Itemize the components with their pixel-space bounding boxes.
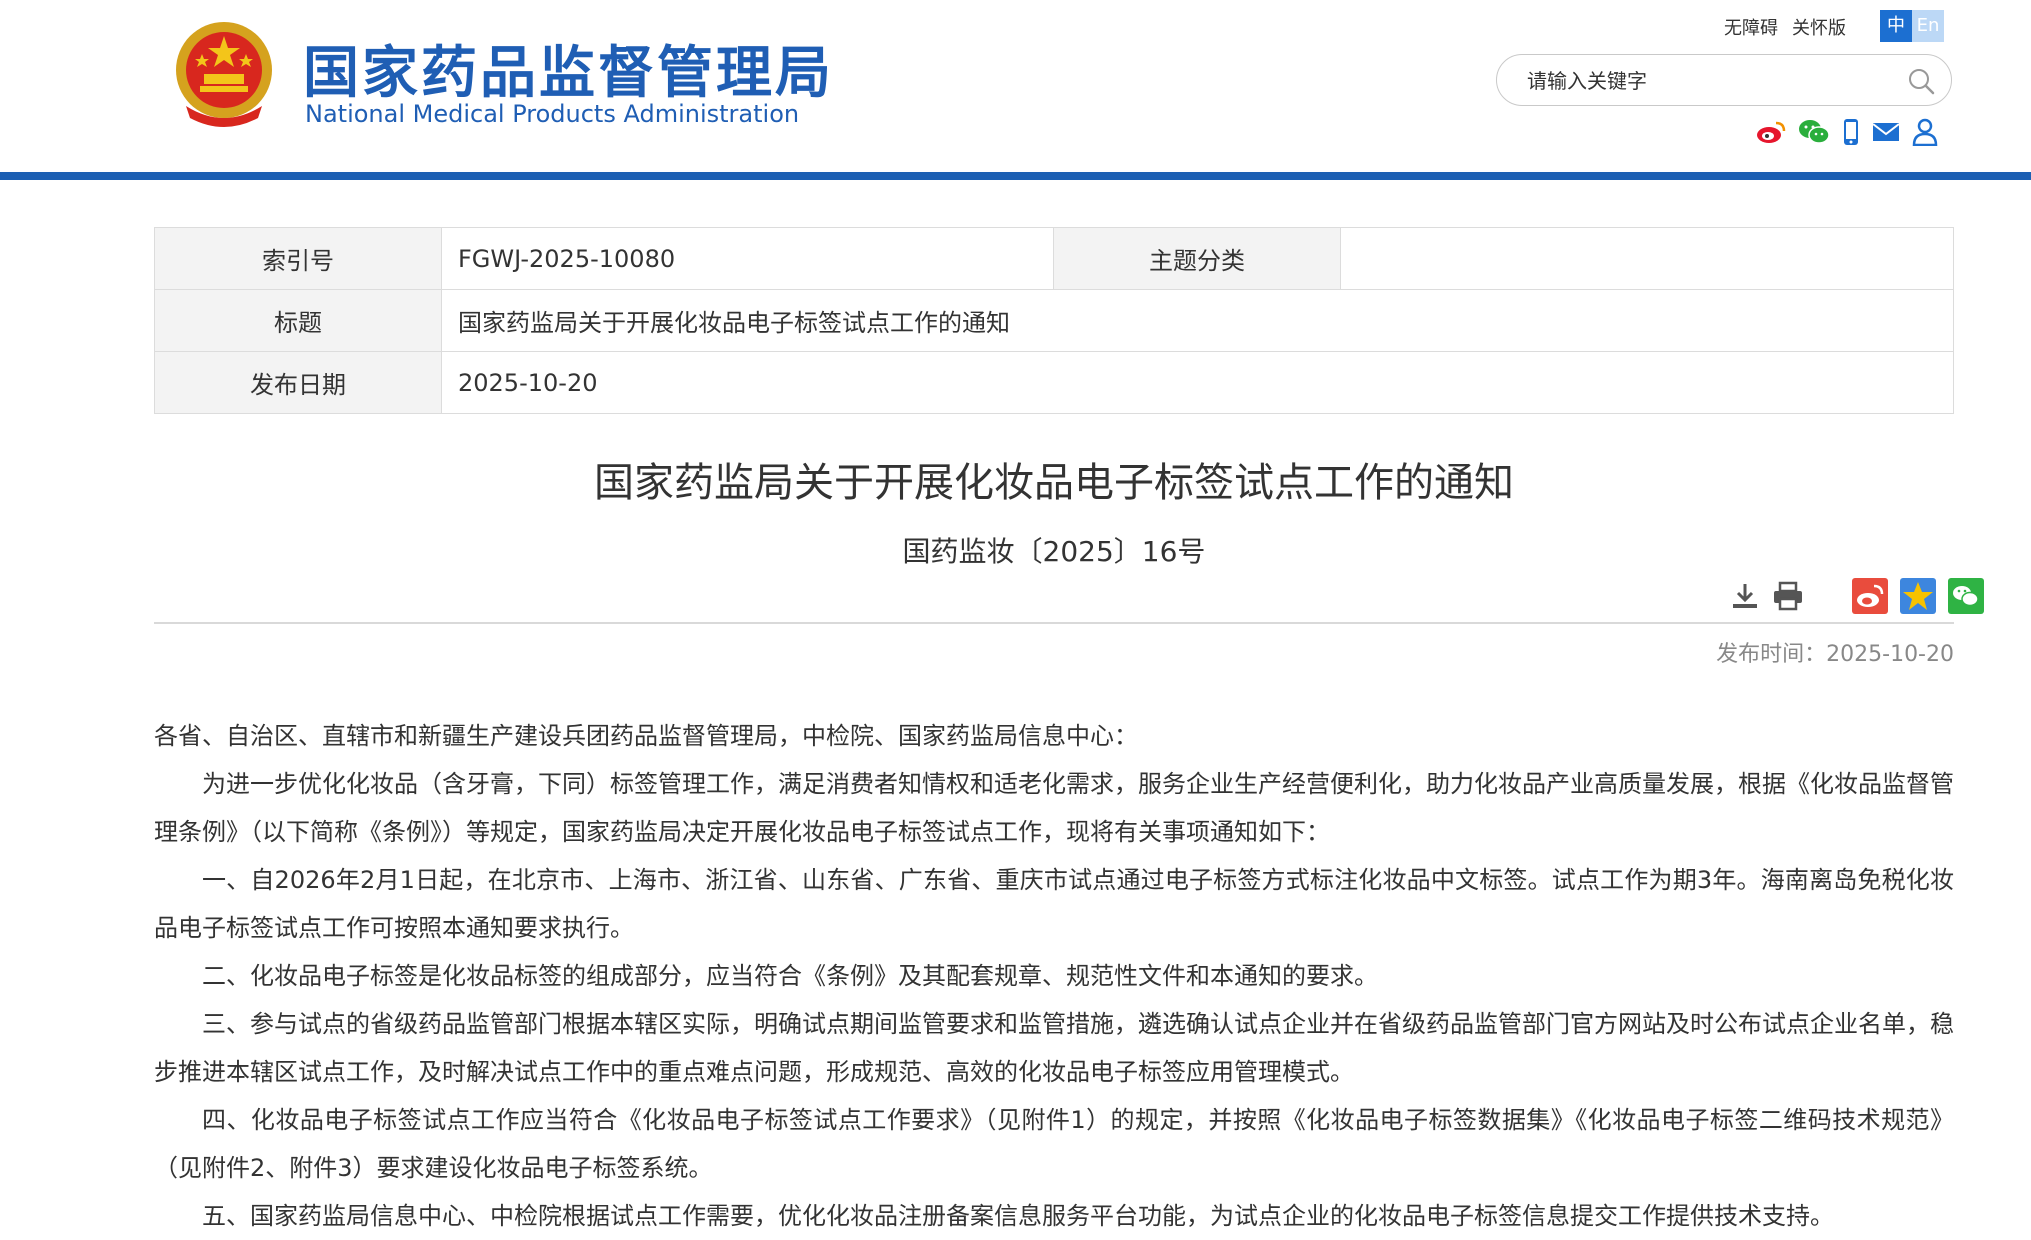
- site-title-cn[interactable]: 国家药品监督管理局: [303, 28, 834, 109]
- publish-time: 发布时间：2025-10-20: [1716, 642, 1954, 667]
- title-label: 标题: [154, 289, 442, 352]
- lang-zh-button[interactable]: 中: [1880, 10, 1912, 42]
- document-number: 国药监妆〔2025〕16号: [902, 535, 1206, 568]
- national-emblem-icon[interactable]: [172, 18, 276, 130]
- search-input[interactable]: [1525, 65, 1889, 97]
- top-links: 无障碍 关怀版: [1724, 14, 1860, 40]
- search-icon[interactable]: [1907, 67, 1935, 95]
- social-icons: [1756, 118, 1938, 146]
- title-value: 国家药监局关于开展化妆品电子标签试点工作的通知: [441, 289, 1954, 352]
- accessibility-link[interactable]: 无障碍: [1724, 18, 1778, 39]
- download-icon[interactable]: [1730, 581, 1760, 611]
- weibo-icon[interactable]: [1756, 119, 1786, 145]
- table-row: 发布日期 2025-10-20: [154, 351, 1954, 414]
- date-value: 2025-10-20: [441, 351, 1954, 414]
- mail-icon[interactable]: [1872, 121, 1900, 143]
- lang-en-button[interactable]: En: [1912, 10, 1944, 42]
- document-info-table: 索引号 FGWJ-2025-10080 主题分类 标题 国家药监局关于开展化妆品…: [154, 227, 1954, 414]
- index-label: 索引号: [154, 227, 442, 290]
- article-tools: [1730, 578, 1984, 614]
- category-label: 主题分类: [1053, 227, 1341, 290]
- date-label: 发布日期: [154, 351, 442, 414]
- index-value: FGWJ-2025-10080: [441, 227, 1054, 290]
- article-paragraph: 为进一步优化化妆品（含牙膏，下同）标签管理工作，满足消费者知情权和适老化需求，服…: [154, 770, 1954, 846]
- article-paragraph: 二、化妆品电子标签是化妆品标签的组成部分，应当符合《条例》及其配套规章、规范性文…: [202, 962, 1378, 990]
- wechat-icon[interactable]: [1798, 119, 1830, 145]
- site-title-en[interactable]: National Medical Products Administration: [305, 100, 799, 128]
- user-icon[interactable]: [1912, 118, 1938, 146]
- elderly-mode-link[interactable]: 关怀版: [1792, 18, 1846, 39]
- article-divider: [154, 622, 1954, 624]
- header-divider: [0, 172, 2031, 180]
- article-paragraph: 各省、自治区、直辖市和新疆生产建设兵团药品监督管理局，中检院、国家药监局信息中心…: [154, 722, 1138, 750]
- share-weibo-icon[interactable]: [1852, 578, 1888, 614]
- table-row: 索引号 FGWJ-2025-10080 主题分类: [154, 227, 1954, 290]
- article-paragraph: 三、参与试点的省级药品监管部门根据本辖区实际，明确试点期间监管要求和监管措施，遴…: [154, 1010, 1954, 1086]
- search-box: [1496, 54, 1952, 106]
- article-paragraph: 四、化妆品电子标签试点工作应当符合《化妆品电子标签试点工作要求》（见附件1）的规…: [154, 1106, 1954, 1182]
- article-paragraph: 五、国家药监局信息中心、中检院根据试点工作需要，优化化妆品注册备案信息服务平台功…: [202, 1202, 1834, 1230]
- article-title: 国家药监局关于开展化妆品电子标签试点工作的通知: [594, 460, 1514, 506]
- article-paragraph: 一、自2026年2月1日起，在北京市、上海市、浙江省、山东省、广东省、重庆市试点…: [154, 866, 1954, 942]
- table-row: 标题 国家药监局关于开展化妆品电子标签试点工作的通知: [154, 289, 1954, 352]
- print-icon[interactable]: [1772, 581, 1804, 611]
- share-wechat-icon[interactable]: [1948, 578, 1984, 614]
- article-content: 各省、自治区、直辖市和新疆生产建设兵团药品监督管理局，中检院、国家药监局信息中心…: [154, 712, 1954, 1240]
- mobile-icon[interactable]: [1842, 118, 1860, 146]
- share-qzone-icon[interactable]: [1900, 578, 1936, 614]
- language-switch: 中 En: [1880, 10, 1944, 42]
- site-header: 国家药品监督管理局 National Medical Products Admi…: [0, 0, 2031, 172]
- category-value: [1340, 227, 1954, 290]
